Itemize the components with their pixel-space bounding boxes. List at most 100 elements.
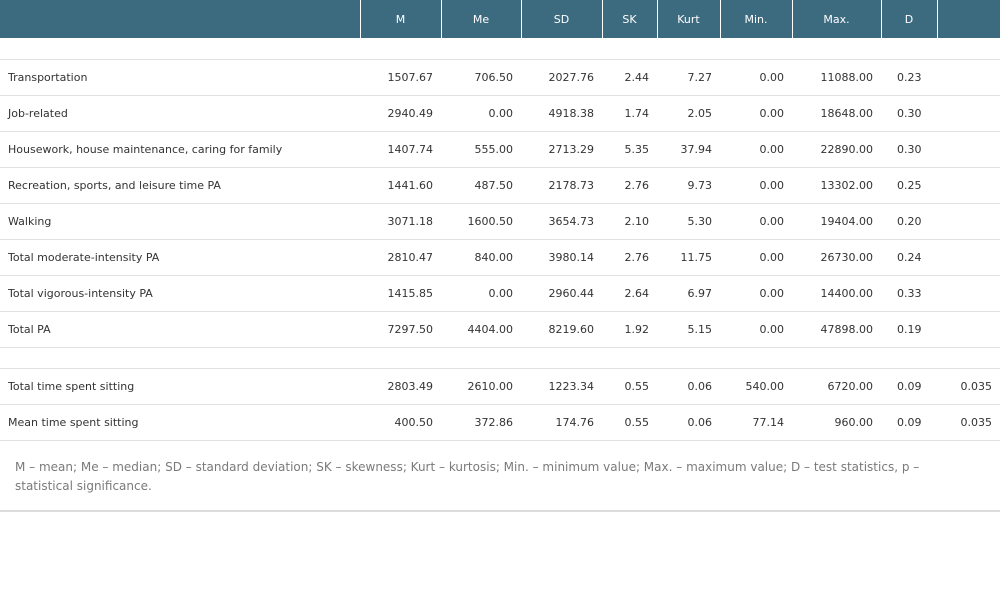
row-label: Recreation, sports, and leisure time PA <box>0 167 360 204</box>
cell-median: 1600.50 <box>441 203 521 240</box>
table-body: Transportation 1507.67 706.50 2027.76 2.44 7.… <box>0 38 1000 441</box>
cell-max: 19404.00 <box>792 203 881 240</box>
table-row: Transportation 1507.67 706.50 2027.76 2.44 7.… <box>0 59 1000 96</box>
cell-skewness: 0.55 <box>602 404 657 441</box>
cell-median: 4404.00 <box>441 311 521 348</box>
table-row: Total PA 7297.50 4404.00 8219.60 1.92 5.15 0.0… <box>0 311 1000 348</box>
cell-p <box>937 131 1000 168</box>
header-cell-max: Max. <box>791 0 881 38</box>
header-cell-sd: SD <box>520 0 602 38</box>
cell-kurtosis: 37.94 <box>657 131 720 168</box>
cell-sd: 2027.76 <box>521 59 602 96</box>
cell-d: 0.30 <box>881 95 937 132</box>
cell-max: 6720.00 <box>792 368 881 405</box>
cell-sd: 2960.44 <box>521 275 602 312</box>
cell-sd: 2713.29 <box>521 131 602 168</box>
cell-median: 555.00 <box>441 131 521 168</box>
cell-kurtosis: 11.75 <box>657 239 720 276</box>
cell-mean: 2940.49 <box>360 95 441 132</box>
cell-skewness: 2.44 <box>602 59 657 96</box>
header-cell-label <box>0 0 360 38</box>
cell-d: 0.25 <box>881 167 937 204</box>
cell-kurtosis: 5.30 <box>657 203 720 240</box>
cell-sd: 174.76 <box>521 404 602 441</box>
cell-mean: 2803.49 <box>360 368 441 405</box>
cell-median: 0.00 <box>441 275 521 312</box>
cell-p <box>937 95 1000 132</box>
table-row: Housework, house maintenance, caring for… <box>0 131 1000 168</box>
table-row: Walking 3071.18 1600.50 3654.73 2.10 5.30 0.00… <box>0 203 1000 240</box>
cell-skewness: 2.76 <box>602 239 657 276</box>
group-separator-cell <box>0 38 1000 60</box>
cell-p <box>937 59 1000 96</box>
cell-min: 0.00 <box>720 167 792 204</box>
header-cell-median: Me <box>440 0 521 38</box>
cell-sd: 8219.60 <box>521 311 602 348</box>
cell-min: 0.00 <box>720 239 792 276</box>
cell-p: 0.035 <box>937 368 1000 405</box>
cell-min: 0.00 <box>720 311 792 348</box>
table-row: Job-related 2940.49 0.00 4918.38 1.74 2.05 0.0… <box>0 95 1000 132</box>
table-footnote: M – mean; Me – median; SD – standard dev… <box>15 460 920 493</box>
cell-p <box>937 239 1000 276</box>
cell-max: 960.00 <box>792 404 881 441</box>
row-label: Total vigorous-intensity PA <box>0 275 360 312</box>
cell-skewness: 2.76 <box>602 167 657 204</box>
cell-mean: 1507.67 <box>360 59 441 96</box>
cell-skewness: 1.92 <box>602 311 657 348</box>
cell-max: 13302.00 <box>792 167 881 204</box>
table-row: Recreation, sports, and leisure time PA 1… <box>0 167 1000 204</box>
row-label: Transportation <box>0 59 360 96</box>
cell-skewness: 5.35 <box>602 131 657 168</box>
row-label: Housework, house maintenance, caring for… <box>0 131 360 168</box>
header-cell-min: Min. <box>719 0 792 38</box>
cell-min: 0.00 <box>720 275 792 312</box>
cell-mean: 2810.47 <box>360 239 441 276</box>
table-row: Mean time spent sitting 400.50 372.86 174.7… <box>0 404 1000 441</box>
cell-median: 372.86 <box>441 404 521 441</box>
row-label: Total moderate-intensity PA <box>0 239 360 276</box>
header-cell-mean: M <box>359 0 441 38</box>
group-separator <box>0 38 1000 60</box>
cell-d: 0.33 <box>881 275 937 312</box>
cell-p <box>937 167 1000 204</box>
row-label: Total PA <box>0 311 360 348</box>
cell-d: 0.09 <box>881 404 937 441</box>
table-row: Total time spent sitting 2803.49 2610.00 12… <box>0 368 1000 405</box>
header-cell-p <box>936 0 1000 38</box>
cell-kurtosis: 7.27 <box>657 59 720 96</box>
cell-max: 11088.00 <box>792 59 881 96</box>
cell-sd: 1223.34 <box>521 368 602 405</box>
cell-median: 2610.00 <box>441 368 521 405</box>
cell-skewness: 0.55 <box>602 368 657 405</box>
cell-min: 0.00 <box>720 59 792 96</box>
cell-kurtosis: 2.05 <box>657 95 720 132</box>
cell-max: 47898.00 <box>792 311 881 348</box>
cell-mean: 400.50 <box>360 404 441 441</box>
header-cell-kurtosis: Kurt <box>656 0 720 38</box>
cell-median: 487.50 <box>441 167 521 204</box>
cell-kurtosis: 9.73 <box>657 167 720 204</box>
cell-d: 0.23 <box>881 59 937 96</box>
cell-d: 0.24 <box>881 239 937 276</box>
header-cell-skewness: SK <box>601 0 657 38</box>
cell-sd: 2178.73 <box>521 167 602 204</box>
cell-min: 540.00 <box>720 368 792 405</box>
cell-kurtosis: 5.15 <box>657 311 720 348</box>
cell-skewness: 1.74 <box>602 95 657 132</box>
cell-skewness: 2.64 <box>602 275 657 312</box>
cell-median: 706.50 <box>441 59 521 96</box>
table-row: Total vigorous-intensity PA 1415.85 0.00 29… <box>0 275 1000 312</box>
row-label: Job-related <box>0 95 360 132</box>
group-separator <box>0 347 1000 369</box>
table-header: M Me SD SK Kurt Min. Max. D <box>0 0 1000 38</box>
cell-max: 22890.00 <box>792 131 881 168</box>
group-separator-cell <box>0 347 1000 369</box>
cell-sd: 3980.14 <box>521 239 602 276</box>
header-cell-d: D <box>880 0 937 38</box>
cell-mean: 1407.74 <box>360 131 441 168</box>
cell-p <box>937 203 1000 240</box>
row-label: Mean time spent sitting <box>0 404 360 441</box>
cell-p <box>937 275 1000 312</box>
header-row: M Me SD SK Kurt Min. Max. D <box>0 0 1000 38</box>
